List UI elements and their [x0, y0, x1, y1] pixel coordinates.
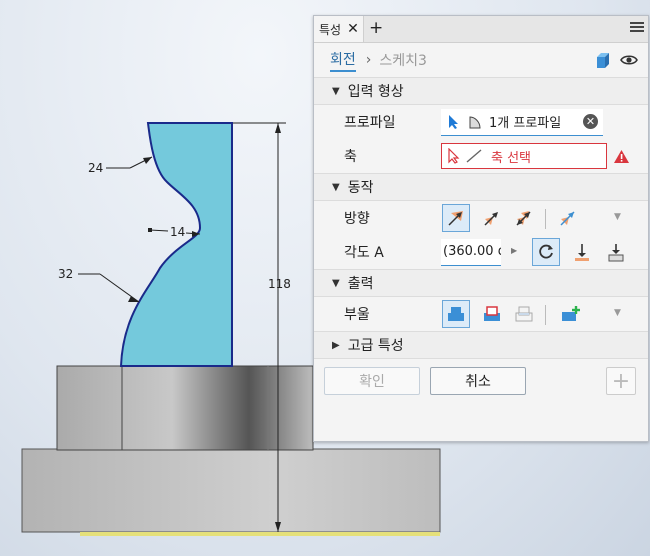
apply-plus-button[interactable]: +: [606, 367, 636, 395]
direction-symmetric-button[interactable]: [510, 204, 538, 232]
arrow-head: [128, 296, 139, 302]
profile-shape-icon: [469, 115, 481, 128]
angle-label: 각도 A: [344, 245, 384, 261]
join-button[interactable]: [442, 300, 470, 328]
section-advanced[interactable]: ▶ 고급 특성: [314, 331, 648, 359]
arrow-head: [143, 157, 152, 164]
tab-bar: 특성 ✕ +: [314, 16, 648, 43]
collapse-triangle-icon: ▼: [332, 85, 340, 97]
dimension-118[interactable]: 118: [268, 277, 291, 291]
between-button[interactable]: [602, 238, 630, 266]
footer: 확인 취소 +: [314, 359, 648, 405]
axis-value: 축 선택: [491, 150, 532, 166]
cursor-arrow-icon: [449, 114, 458, 129]
divider: [545, 209, 546, 229]
section-input-geometry[interactable]: ▼ 입력 형상: [314, 78, 648, 105]
expand-triangle-icon: ▶: [332, 339, 340, 351]
add-tab-icon[interactable]: +: [369, 18, 383, 38]
profile-label: 프로파일: [344, 115, 396, 131]
profile-row: 프로파일 1개 프로파일 ✕: [314, 105, 648, 139]
to-face-button[interactable]: [568, 238, 596, 266]
chevron-right-icon: ›: [365, 52, 372, 68]
boolean-row: 부울 ▼: [314, 297, 648, 331]
axis-label: 축: [344, 149, 357, 165]
arrow-head: [275, 123, 281, 133]
base-block-upper: [56, 365, 314, 451]
warning-icon: [614, 150, 629, 163]
section-output[interactable]: ▼ 출력: [314, 269, 648, 297]
play-arrow-icon[interactable]: ▶: [511, 246, 517, 255]
new-solid-button[interactable]: [557, 300, 585, 328]
angle-row: 각도 A (360.00 deg) ▶: [314, 235, 648, 269]
cube-icon[interactable]: [594, 52, 612, 70]
dropdown-arrow-icon[interactable]: ▼: [614, 212, 621, 222]
base-edge-yellow: [80, 532, 440, 536]
dimension-32[interactable]: 32: [58, 267, 73, 281]
close-icon[interactable]: ✕: [347, 21, 359, 37]
collapse-triangle-icon: ▼: [332, 181, 340, 193]
tab-label: 특성: [319, 22, 342, 37]
intersect-button[interactable]: [510, 300, 538, 328]
profile-value: 1개 프로파일: [489, 116, 562, 131]
breadcrumb-sketch[interactable]: 스케치3: [379, 50, 427, 70]
divider: [545, 305, 546, 325]
dropdown-arrow-icon[interactable]: ▼: [614, 308, 621, 318]
direction-label: 방향: [344, 211, 370, 227]
clear-icon[interactable]: ✕: [583, 113, 598, 129]
section-behavior[interactable]: ▼ 동작: [314, 173, 648, 201]
leader-line: [149, 229, 169, 232]
angle-value: (360.00 deg): [443, 244, 501, 259]
dimension-14[interactable]: 14: [170, 225, 185, 239]
angle-input[interactable]: (360.00 deg): [441, 238, 501, 266]
full-rotation-button[interactable]: [532, 238, 560, 266]
direction-flip-button[interactable]: [478, 204, 506, 232]
direction-default-button[interactable]: [442, 204, 470, 232]
dimension-24[interactable]: 24: [88, 161, 103, 175]
ok-button[interactable]: 확인: [324, 367, 420, 395]
cut-button[interactable]: [478, 300, 506, 328]
cursor-arrow-icon: [448, 148, 460, 164]
axis-row: 축 축 선택: [314, 139, 648, 173]
section-title: 입력 형상: [347, 84, 404, 100]
profile-selector[interactable]: 1개 프로파일 ✕: [441, 108, 603, 136]
breadcrumb-current[interactable]: 회전: [330, 49, 356, 72]
section-title: 동작: [347, 180, 374, 196]
collapse-triangle-icon: ▼: [332, 277, 340, 289]
direction-row: 방향 ▼: [314, 201, 648, 235]
axis-line-icon: [466, 149, 482, 163]
sketch-profile[interactable]: [119, 122, 233, 367]
boolean-label: 부울: [344, 307, 370, 323]
axis-selector[interactable]: 축 선택: [441, 143, 607, 169]
section-title: 출력: [347, 276, 374, 292]
eye-icon[interactable]: [620, 53, 638, 67]
tab-properties[interactable]: 특성 ✕: [314, 16, 364, 42]
base-block-lower: [21, 448, 441, 533]
direction-asymmetric-button[interactable]: [554, 204, 582, 232]
cancel-button[interactable]: 취소: [430, 367, 526, 395]
section-title: 고급 특성: [347, 338, 404, 354]
menu-icon[interactable]: [630, 20, 644, 34]
breadcrumb: 회전 › 스케치3: [314, 43, 648, 78]
properties-panel: 특성 ✕ + 회전 › 스케치3 ▼ 입력 형상 프로파일 1개 프로파일 ✕ …: [313, 15, 649, 442]
